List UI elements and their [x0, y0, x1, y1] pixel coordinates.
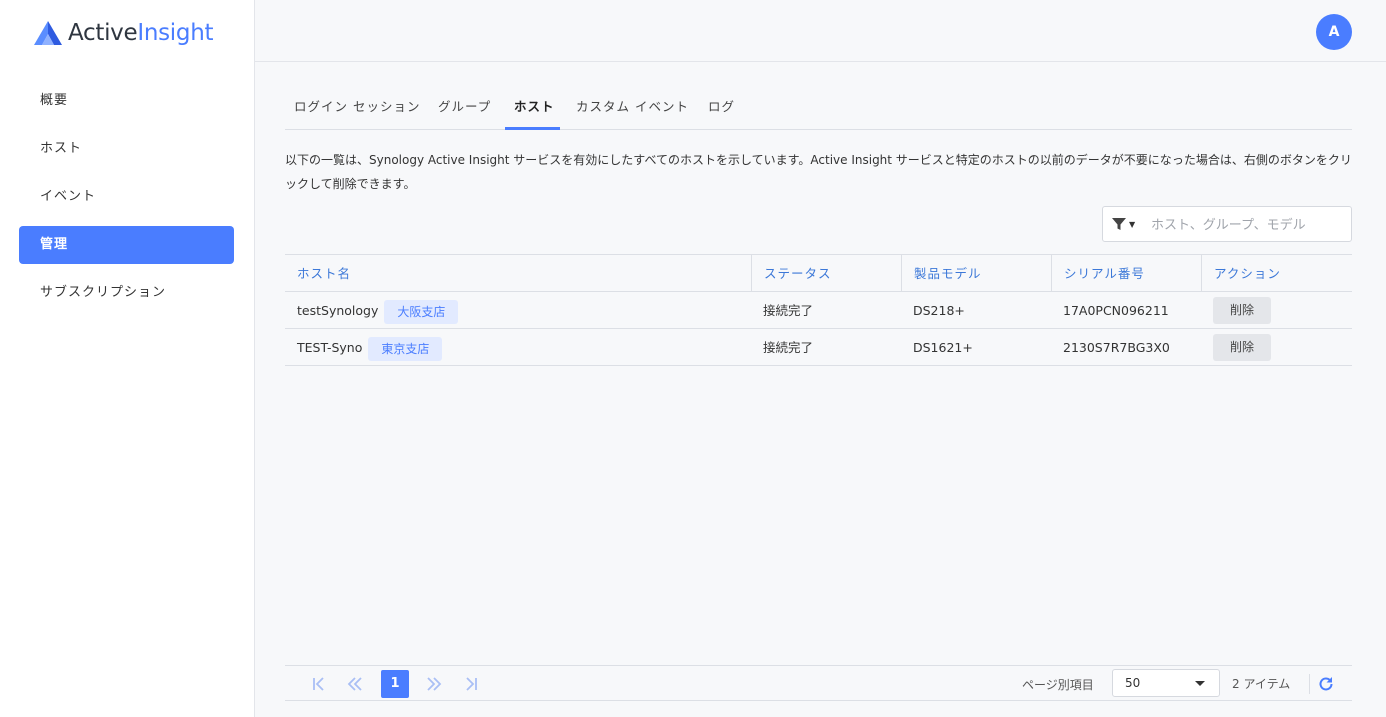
group-tag: 東京支店: [368, 336, 443, 361]
refresh-icon[interactable]: [1317, 675, 1335, 693]
active-insight-logo-icon: [34, 21, 62, 45]
model-cell: DS218+: [913, 303, 965, 318]
logo-text: ActiveInsight: [68, 20, 214, 46]
divider: [1309, 674, 1310, 694]
tab-groups[interactable]: グループ: [438, 96, 491, 115]
serial-cell: 17A0PCN096211: [1063, 303, 1169, 318]
column-header-host-name[interactable]: ホスト名: [285, 255, 751, 292]
filter-icon: [1112, 218, 1126, 230]
delete-button[interactable]: 削除: [1213, 297, 1271, 324]
page-number-button[interactable]: 1: [381, 670, 409, 698]
host-name: TEST-Syno: [297, 340, 363, 355]
items-per-page-value: 50: [1125, 676, 1141, 690]
next-page-button[interactable]: [420, 670, 448, 698]
items-per-page-label: ページ別項目: [1022, 678, 1094, 692]
status-cell: 接続完了: [763, 340, 814, 355]
sidebar-item-subscription[interactable]: サブスクリプション: [19, 274, 234, 312]
column-header-status[interactable]: ステータス: [751, 255, 901, 292]
tab-login-sessions[interactable]: ログイン セッション: [294, 96, 420, 115]
delete-button[interactable]: 削除: [1213, 334, 1271, 361]
first-page-button[interactable]: [305, 670, 333, 698]
filter-search-input[interactable]: [1151, 215, 1341, 235]
main-content: ログイン セッション グループ ホスト カスタム イベント ログ 以下の一覧は、…: [285, 62, 1352, 717]
table-row[interactable]: testSynology 大阪支店 接続完了 DS218+ 17A0PCN0962…: [285, 292, 1352, 329]
table-header-row: ホスト名 ステータス 製品モデル シリアル番号 アクション: [285, 255, 1352, 292]
app-logo[interactable]: ActiveInsight: [33, 18, 214, 48]
sidebar-nav: 概要 ホスト イベント 管理 サブスクリプション: [19, 82, 234, 322]
tab-custom-events[interactable]: カスタム イベント: [576, 96, 689, 115]
serial-cell: 2130S7R7BG3X0: [1063, 340, 1170, 355]
host-name-cell: TEST-Syno 東京支店: [285, 329, 751, 366]
items-per-page-select[interactable]: 50: [1112, 669, 1220, 697]
first-page-icon: [313, 677, 324, 691]
tab-bar: ログイン セッション グループ ホスト カスタム イベント ログ: [285, 84, 1352, 130]
filter-dropdown-button[interactable]: ▼: [1111, 216, 1135, 232]
sidebar-item-management[interactable]: 管理: [19, 226, 234, 264]
hosts-table: ホスト名 ステータス 製品モデル シリアル番号 アクション testSynolo…: [285, 254, 1352, 366]
sidebar-item-hosts[interactable]: ホスト: [19, 130, 234, 168]
double-chevron-left-icon: [347, 677, 362, 691]
sidebar-item-overview[interactable]: 概要: [19, 82, 234, 120]
action-cell: 削除: [1201, 329, 1352, 366]
filter-box: ▼: [1102, 206, 1352, 242]
tab-hosts[interactable]: ホスト: [514, 96, 555, 115]
chevron-down-icon: ▼: [1129, 219, 1136, 229]
tab-logs[interactable]: ログ: [708, 96, 735, 115]
host-name: testSynology: [297, 303, 379, 318]
sidebar: ActiveInsight 概要 ホスト イベント 管理 サブスクリプション: [0, 0, 255, 717]
group-tag: 大阪支店: [384, 299, 459, 324]
user-avatar[interactable]: A: [1316, 14, 1352, 50]
sidebar-item-events[interactable]: イベント: [19, 178, 234, 216]
model-cell: DS1621+: [913, 340, 973, 355]
page-description: 以下の一覧は、Synology Active Insight サービスを有効にし…: [285, 153, 1352, 191]
dropdown-arrow-icon: [1195, 681, 1205, 686]
status-cell: 接続完了: [763, 303, 814, 318]
previous-page-button[interactable]: [341, 670, 369, 698]
item-count: 2 アイテム: [1232, 677, 1291, 691]
column-header-model[interactable]: 製品モデル: [901, 255, 1051, 292]
column-header-serial[interactable]: シリアル番号: [1051, 255, 1201, 292]
last-page-button[interactable]: [457, 670, 485, 698]
action-cell: 削除: [1201, 292, 1352, 329]
last-page-icon: [466, 677, 477, 691]
active-tab-indicator: [505, 127, 560, 130]
pagination-bar: 1 ページ別項目 50 2 アイテム: [285, 665, 1352, 701]
host-name-cell: testSynology 大阪支店: [285, 292, 751, 329]
double-chevron-right-icon: [427, 677, 442, 691]
top-bar: A: [255, 0, 1386, 62]
column-header-action: アクション: [1201, 255, 1352, 292]
table-row[interactable]: TEST-Syno 東京支店 接続完了 DS1621+ 2130S7R7BG3X0…: [285, 329, 1352, 366]
